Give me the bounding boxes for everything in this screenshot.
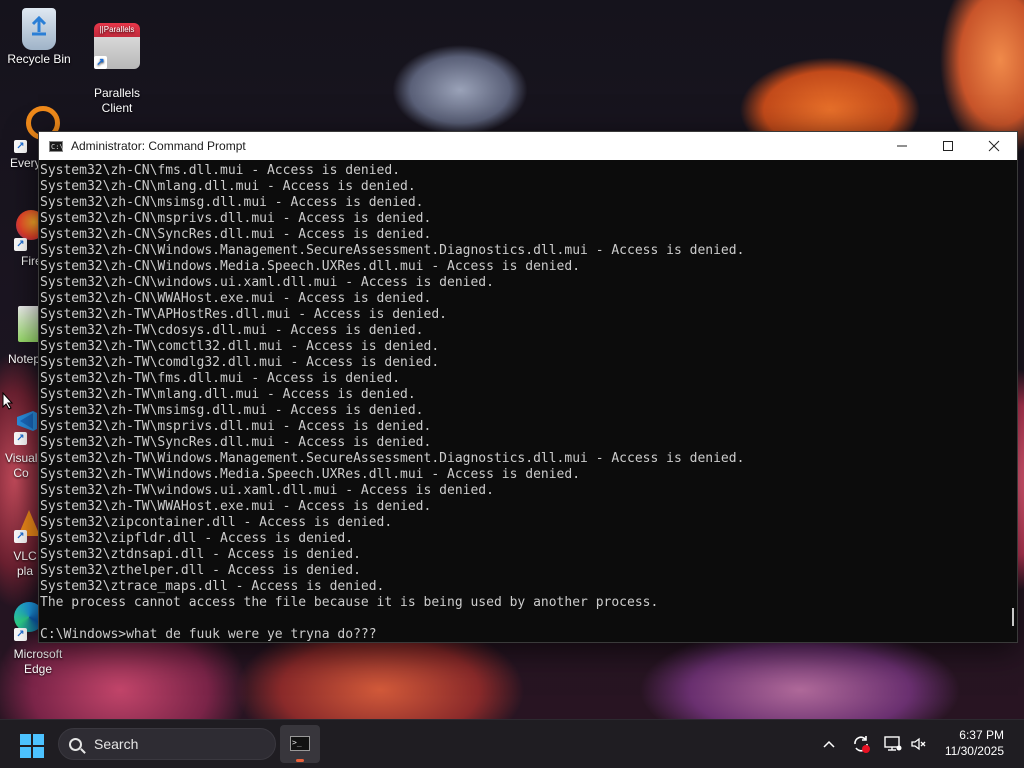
console-line: System32\zh-TW\mlang.dll.mui - Access is…	[40, 387, 416, 402]
console-line: System32\zh-CN\windows.ui.xaml.dll.mui -…	[40, 275, 494, 290]
console-line: System32\zh-TW\comdlg32.dll.mui - Access…	[40, 355, 440, 370]
shortcut-arrow-icon: ↗	[14, 140, 27, 153]
console-line: System32\zh-CN\mlang.dll.mui - Access is…	[40, 179, 416, 194]
search-label: Search	[94, 736, 139, 752]
console-line: System32\ztdnsapi.dll - Access is denied…	[40, 547, 361, 562]
windows-logo-pane	[33, 734, 44, 745]
desktop-icon-label[interactable]: Microsoft Edge	[4, 647, 72, 677]
console-line: System32\zh-TW\WWAHost.exe.mui - Access …	[40, 499, 432, 514]
console-line: System32\zh-CN\fms.dll.mui - Access is d…	[40, 163, 401, 178]
console-line: System32\zh-TW\comctl32.dll.mui - Access…	[40, 339, 440, 354]
scrollbar-thumb[interactable]	[1012, 608, 1014, 626]
console-line: System32\zipfldr.dll - Access is denied.	[40, 531, 354, 546]
console-line: System32\zh-CN\Windows.Management.Secure…	[40, 243, 745, 258]
desktop-icon-label: Parallels Client	[93, 86, 141, 115]
console-line: System32\zh-CN\Windows.Media.Speech.UXRe…	[40, 259, 581, 274]
desktop-icon-label[interactable]: Visual Co	[5, 451, 37, 481]
console-line: System32\zh-CN\msprivs.dll.mui - Access …	[40, 211, 432, 226]
console-line: System32\zh-CN\msimsg.dll.mui - Access i…	[40, 195, 424, 210]
minimize-button[interactable]	[879, 132, 925, 160]
clock-date: 11/30/2025	[944, 744, 1004, 758]
desktop-icon-label: Recycle Bin	[7, 52, 71, 66]
taskbar-app-command-prompt[interactable]: >_	[280, 725, 320, 763]
windows-logo-icon	[20, 734, 31, 745]
console-line: System32\zh-CN\WWAHost.exe.mui - Access …	[40, 291, 432, 306]
clock-time: 6:37 PM	[959, 728, 1004, 742]
mouse-cursor-icon	[2, 391, 14, 414]
console-line: System32\zthelper.dll - Access is denied…	[40, 563, 361, 578]
command-prompt-window[interactable]: C:\ Administrator: Command Prompt System…	[38, 131, 1018, 643]
console-line: The process cannot access the file becau…	[40, 595, 659, 610]
maximize-button[interactable]	[925, 132, 971, 160]
close-button[interactable]	[971, 132, 1017, 160]
windows-logo-pane	[20, 747, 31, 758]
chevron-up-icon[interactable]	[822, 720, 836, 768]
active-app-indicator	[296, 759, 304, 762]
console-line: System32\zh-TW\windows.ui.xaml.dll.mui -…	[40, 483, 494, 498]
console-output[interactable]: System32\zh-CN\fms.dll.mui - Access is d…	[39, 161, 1007, 642]
console-line: System32\zh-TW\msimsg.dll.mui - Access i…	[40, 403, 424, 418]
visual-studio-code-icon[interactable]	[14, 408, 40, 434]
console-line: System32\zh-TW\fms.dll.mui - Access is d…	[40, 371, 401, 386]
parallels-badge-text: ||Parallels	[99, 25, 135, 34]
console-line: System32\zh-TW\APHostRes.dll.mui - Acces…	[40, 307, 447, 322]
shortcut-arrow-icon: ↗	[94, 56, 107, 69]
shortcut-arrow-icon: ↗	[14, 238, 27, 251]
shortcut-arrow-icon: ↗	[14, 628, 27, 641]
system-clock[interactable]: 6:37 PM 11/30/2025	[945, 727, 1004, 759]
windows-logo-pane	[33, 747, 44, 758]
volume-muted-icon[interactable]	[910, 720, 928, 768]
console-line: System32\zh-TW\SyncRes.dll.mui - Access …	[40, 435, 432, 450]
search-box[interactable]: Search	[58, 728, 276, 760]
window-title: Administrator: Command Prompt	[71, 139, 246, 153]
desktop-icon-parallels-client[interactable]: ||Parallels ↗ Parallels Client	[78, 8, 156, 131]
start-button[interactable]	[20, 734, 44, 758]
cmd-icon: C:\	[49, 140, 64, 152]
console-line: C:\Windows>what de fuuk were ye tryna do…	[40, 627, 377, 642]
shortcut-arrow-icon: ↗	[14, 432, 27, 445]
console-line: System32\zh-CN\SyncRes.dll.mui - Access …	[40, 227, 432, 242]
console-line: System32\zh-TW\Windows.Management.Secure…	[40, 451, 745, 466]
taskbar: Search >_ 6:37 PM 11/30/2025	[0, 719, 1024, 768]
search-icon	[69, 737, 82, 751]
display-icon[interactable]	[884, 720, 902, 768]
desktop-icon-label[interactable]: VLC pla	[10, 549, 40, 579]
parallels-client-icon: ||Parallels ↗	[94, 23, 140, 69]
console-line: System32\zh-TW\cdosys.dll.mui - Access i…	[40, 323, 424, 338]
desktop-icon-recycle-bin[interactable]: Recycle Bin	[0, 8, 78, 67]
recycle-bin-icon	[22, 8, 56, 50]
console-line: System32\zh-TW\Windows.Media.Speech.UXRe…	[40, 467, 581, 482]
console-scrollbar[interactable]	[1007, 161, 1017, 642]
console-line: System32\zipcontainer.dll - Access is de…	[40, 515, 393, 530]
command-prompt-icon: >_	[290, 736, 310, 751]
console-line: System32\ztrace_maps.dll - Access is den…	[40, 579, 385, 594]
update-icon[interactable]	[851, 720, 871, 768]
console-line: System32\zh-TW\msprivs.dll.mui - Access …	[40, 419, 432, 434]
shortcut-arrow-icon: ↗	[14, 530, 27, 543]
window-titlebar[interactable]: C:\ Administrator: Command Prompt	[39, 132, 1017, 160]
